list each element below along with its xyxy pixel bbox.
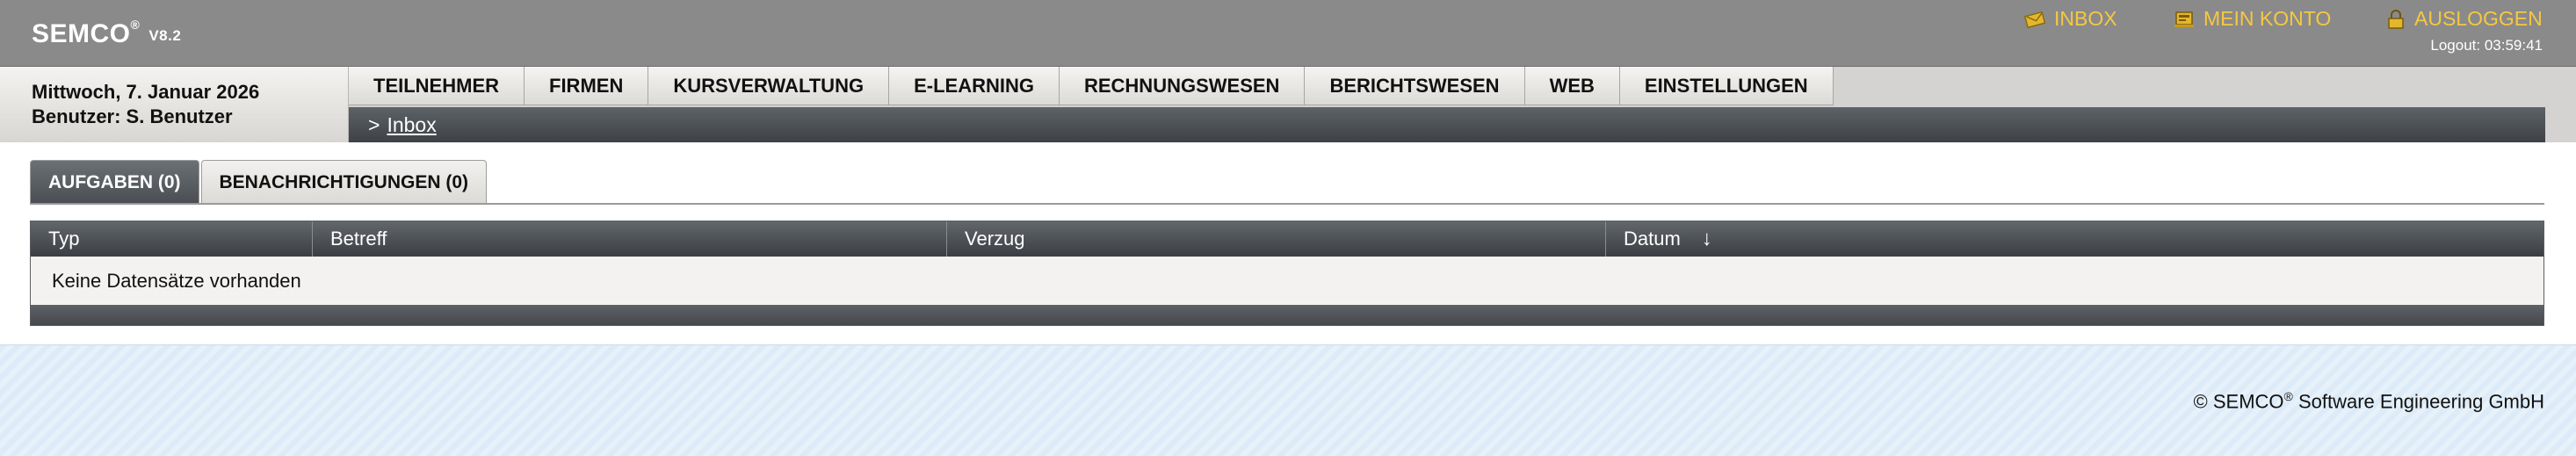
my-account-link-label: MEIN KONTO: [2203, 7, 2332, 30]
current-date: Mittwoch, 7. Januar 2026: [32, 81, 260, 103]
tab-bar: AUFGABEN (0) BENACHRICHTIGUNGEN (0): [30, 160, 487, 204]
main-navigation: TEILNEHMER FIRMEN KURSVERWALTUNG E-LEARN…: [349, 67, 1834, 107]
empty-table-message: Keine Datensätze vorhanden: [52, 269, 301, 292]
tab-benachrichtigungen[interactable]: BENACHRICHTIGUNGEN (0): [200, 160, 487, 204]
table-header: Typ Betreff Verzug Datum ↓: [31, 221, 2543, 257]
tab-divider: [30, 203, 2544, 205]
sort-descending-icon: ↓: [1701, 227, 1712, 250]
padlock-icon: [2384, 9, 2407, 29]
copyright-company: Software Engineering GmbH: [2292, 390, 2544, 413]
copyright-notice: © SEMCO® Software Engineering GmbH: [2194, 389, 2544, 413]
page-footer: © SEMCO® Software Engineering GmbH: [0, 344, 2576, 456]
brand-registered-mark: ®: [130, 18, 141, 32]
logout-link-label: AUSLOGGEN: [2414, 7, 2543, 30]
nav-einstellungen[interactable]: EINSTELLUNGEN: [1619, 67, 1834, 105]
column-header-verzug[interactable]: Verzug: [947, 221, 1606, 257]
tab-aufgaben[interactable]: AUFGABEN (0): [30, 160, 199, 204]
inbox-link[interactable]: INBOX: [2023, 7, 2117, 31]
info-nav-bar: Mittwoch, 7. Januar 2026 Benutzer: S. Be…: [0, 67, 2576, 142]
breadcrumb: > Inbox: [349, 107, 2545, 142]
copyright-prefix: © SEMCO: [2193, 390, 2284, 413]
nav-web[interactable]: WEB: [1524, 67, 1620, 105]
copyright-registered-mark: ®: [2283, 389, 2293, 403]
nav-rechnungswesen[interactable]: RECHNUNGSWESEN: [1059, 67, 1306, 105]
account-icon: [2174, 10, 2196, 29]
nav-kursverwaltung[interactable]: KURSVERWALTUNG: [648, 67, 890, 105]
app-version: V8.2: [148, 27, 182, 44]
column-header-datum-label: Datum: [1624, 228, 1681, 250]
app-logo: SEMCO® V8.2: [32, 18, 182, 49]
nav-berichtswesen[interactable]: BERICHTSWESEN: [1305, 67, 1525, 105]
main-content: AUFGABEN (0) BENACHRICHTIGUNGEN (0) Typ …: [0, 142, 2576, 344]
table-row: Keine Datensätze vorhanden: [31, 257, 2543, 305]
column-header-typ-label: Typ: [48, 228, 80, 250]
column-header-typ[interactable]: Typ: [31, 221, 313, 257]
nav-firmen[interactable]: FIRMEN: [525, 67, 649, 105]
my-account-link[interactable]: MEIN KONTO: [2174, 7, 2331, 31]
breadcrumb-inbox-link[interactable]: Inbox: [387, 113, 436, 137]
logout-link[interactable]: AUSLOGGEN: [2384, 7, 2543, 31]
brand-name: SEMCO: [32, 19, 131, 48]
column-header-betreff-label: Betreff: [330, 228, 387, 250]
envelope-icon: [2023, 10, 2047, 29]
inbox-link-label: INBOX: [2054, 7, 2117, 30]
top-header: SEMCO® V8.2 INBOX MEIN KONTO AUSLOGGEN Lo…: [0, 0, 2576, 67]
column-header-betreff[interactable]: Betreff: [313, 221, 947, 257]
nav-e-learning[interactable]: E-LEARNING: [889, 67, 1060, 105]
user-info-box: Mittwoch, 7. Januar 2026 Benutzer: S. Be…: [0, 67, 349, 142]
current-user: Benutzer: S. Benutzer: [32, 105, 233, 127]
breadcrumb-separator: >: [368, 112, 380, 136]
table-footer: [31, 305, 2543, 325]
column-header-verzug-label: Verzug: [965, 228, 1025, 250]
column-header-datum[interactable]: Datum ↓: [1606, 221, 2543, 257]
logout-timer: Logout: 03:59:41: [2430, 37, 2543, 54]
nav-teilnehmer[interactable]: TEILNEHMER: [349, 67, 525, 105]
inbox-table: Typ Betreff Verzug Datum ↓ Keine Datensä…: [30, 221, 2544, 326]
